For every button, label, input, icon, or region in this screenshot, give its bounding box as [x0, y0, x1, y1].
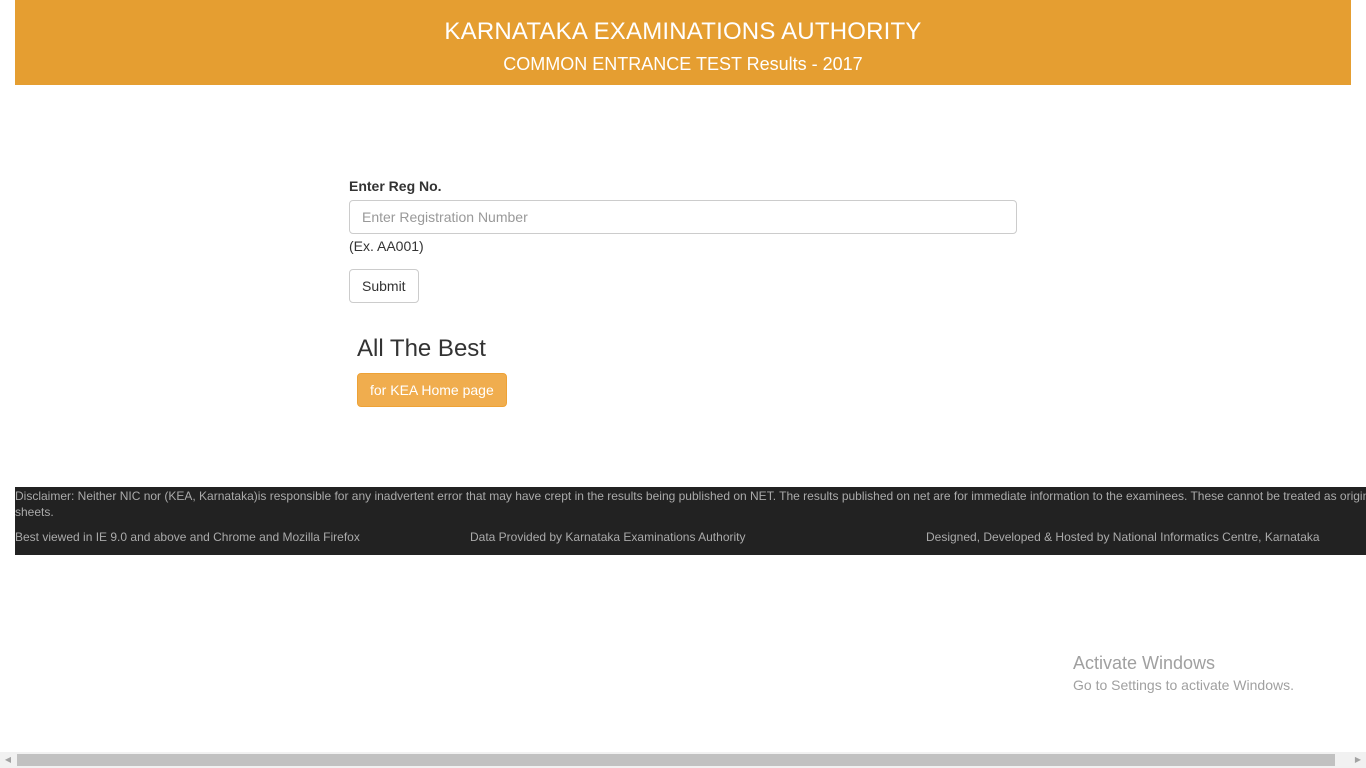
designer-credit: Designed, Developed & Hosted by National…: [926, 530, 1320, 544]
header-banner: KARNATAKA EXAMINATIONS AUTHORITY COMMON …: [15, 0, 1351, 85]
footer: Disclaimer: Neither NIC nor (KEA, Karnat…: [15, 487, 1366, 555]
kea-home-page-button[interactable]: for KEA Home page: [357, 373, 507, 407]
horizontal-scrollbar[interactable]: ◀ ▶: [0, 752, 1366, 768]
browser-compatibility-note: Best viewed in IE 9.0 and above and Chro…: [15, 530, 360, 544]
submit-button[interactable]: Submit: [349, 269, 419, 303]
watermark-title: Activate Windows: [1073, 653, 1216, 673]
reg-no-example-hint: (Ex. AA001): [349, 238, 424, 254]
watermark-subtitle: Go to Settings to activate Windows.: [1073, 677, 1294, 693]
data-provider-note: Data Provided by Karnataka Examinations …: [470, 530, 746, 544]
all-the-best-heading: All The Best: [357, 335, 486, 362]
scrollbar-thumb[interactable]: [17, 754, 1335, 766]
page-title: KARNATAKA EXAMINATIONS AUTHORITY: [444, 18, 922, 45]
page-subtitle: COMMON ENTRANCE TEST Results - 2017: [503, 54, 863, 74]
registration-form: Enter Reg No. (Ex. AA001) Submit: [349, 176, 1017, 303]
reg-no-label: Enter Reg No.: [349, 178, 442, 194]
disclaimer-text: Disclaimer: Neither NIC nor (KEA, Karnat…: [15, 488, 1366, 520]
page: KARNATAKA EXAMINATIONS AUTHORITY COMMON …: [0, 0, 1366, 768]
disclaimer-line-2: sheets.: [15, 505, 54, 519]
disclaimer-line-1: Disclaimer: Neither NIC nor (KEA, Karnat…: [15, 489, 1366, 503]
registration-number-input[interactable]: [349, 200, 1017, 234]
activate-windows-watermark: Activate Windows Go to Settings to activ…: [1073, 652, 1294, 695]
triangle-left-icon[interactable]: ◀: [0, 752, 16, 768]
triangle-right-icon[interactable]: ▶: [1350, 752, 1366, 768]
